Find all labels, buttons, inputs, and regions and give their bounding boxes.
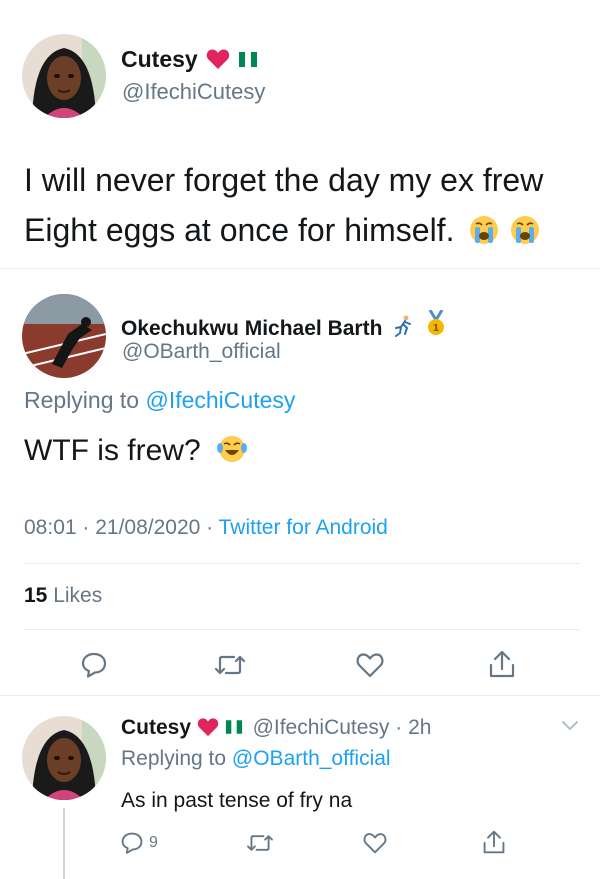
like-button[interactable] — [352, 647, 388, 683]
tweet-text: As in past tense of fry na — [121, 789, 353, 812]
nigeria-flag-icon — [238, 47, 259, 74]
retweet-icon — [247, 835, 273, 851]
like-button[interactable] — [360, 828, 390, 858]
crying-face-emoji-icon — [469, 209, 499, 259]
reply-tweet[interactable]: Cutesy @IfechiCutesy · 2h Replying to @O… — [0, 696, 600, 879]
likes-count[interactable]: 15 Likes — [24, 584, 102, 608]
share-button[interactable] — [484, 645, 520, 683]
original-tweet: Cutesy @IfechiCutesy I will never forget… — [0, 0, 600, 268]
author-handle[interactable]: @OBarth_official — [122, 340, 281, 364]
author-name[interactable]: Okechukwu Michael Barth 1 — [121, 309, 446, 344]
chevron-down-icon — [562, 721, 578, 731]
tweet-text-line-1: I will never forget the day my ex frew — [24, 162, 544, 198]
nigeria-flag-icon — [224, 717, 243, 741]
retweet-button[interactable] — [244, 828, 276, 858]
heart-emoji-icon — [206, 48, 230, 76]
avatar-cutesy[interactable] — [22, 716, 106, 800]
retweet-icon — [214, 655, 246, 675]
reply-header: Cutesy @IfechiCutesy · 2h — [121, 716, 431, 743]
retweet-button[interactable] — [210, 647, 250, 683]
share-icon — [489, 650, 515, 678]
tweet-text: I will never forget the day my ex frew E… — [24, 155, 543, 259]
divider — [24, 629, 580, 630]
replying-to-label: Replying to — [24, 387, 140, 413]
avatar-cutesy[interactable] — [22, 34, 106, 118]
heart-icon — [363, 833, 387, 854]
reply-button[interactable] — [76, 647, 112, 683]
replying-to-line: Replying to @IfechiCutesy — [24, 387, 295, 414]
runner-emoji-icon — [392, 314, 416, 344]
tweet-meta: 08:01 · 21/08/2020 · Twitter for Android — [24, 516, 388, 540]
timestamp[interactable]: 08:01 · 21/08/2020 · — [24, 516, 213, 539]
source-link[interactable]: Twitter for Android — [219, 516, 388, 539]
heart-emoji-icon — [197, 717, 219, 743]
share-button[interactable] — [480, 826, 508, 858]
replying-to-label: Replying to — [121, 747, 227, 770]
tears-of-joy-emoji-icon — [217, 434, 248, 472]
tweet-text: WTF is frew? — [24, 434, 248, 472]
replying-to-line: Replying to @OBarth_official — [121, 747, 391, 771]
replying-to-mention-link[interactable]: @IfechiCutesy — [145, 387, 295, 413]
author-name[interactable]: Cutesy — [121, 46, 259, 76]
author-name[interactable]: Cutesy — [121, 716, 191, 739]
heart-icon — [356, 653, 384, 678]
reply-count: 9 — [149, 834, 158, 851]
replying-to-mention-link[interactable]: @OBarth_official — [232, 747, 391, 770]
crying-face-emoji-icon — [510, 209, 540, 259]
share-icon — [483, 830, 505, 854]
thread-line — [63, 808, 65, 879]
reply-icon — [81, 652, 107, 678]
author-handle-time[interactable]: @IfechiCutesy · 2h — [253, 716, 432, 739]
reply-icon — [121, 832, 143, 854]
reply-button[interactable]: 9 — [120, 828, 180, 858]
avatar-obarth[interactable] — [22, 294, 106, 378]
focused-reply-tweet: Okechukwu Michael Barth 1 @OBarth_offici… — [0, 269, 600, 695]
tweet-options-button[interactable] — [558, 716, 582, 736]
author-handle[interactable]: @IfechiCutesy — [122, 79, 265, 105]
tweet-text-line-2: Eight eggs at once for himself. — [24, 205, 543, 259]
divider — [24, 563, 580, 564]
gold-medal-emoji-icon: 1 — [426, 309, 446, 344]
svg-text:1: 1 — [433, 323, 440, 334]
